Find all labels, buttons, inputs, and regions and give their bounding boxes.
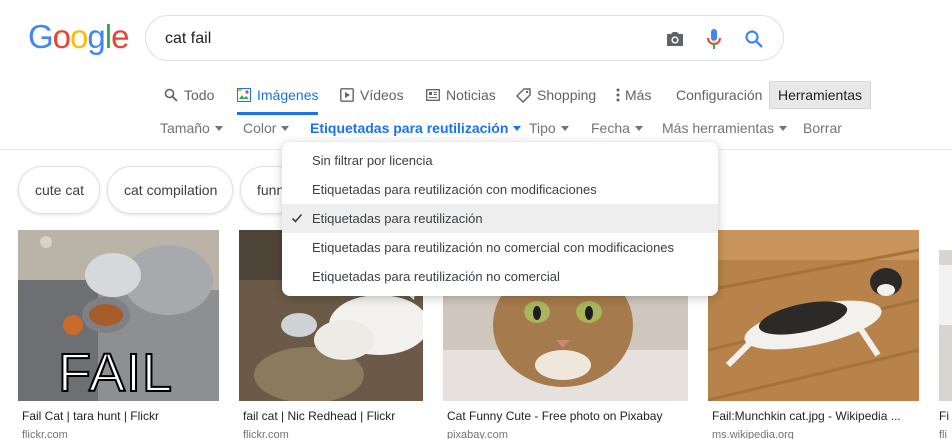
menu-item[interactable]: Etiquetadas para reutilización no comerc… <box>282 262 718 291</box>
result-caption: Cat Funny Cute - Free photo on Pixabay <box>447 409 663 423</box>
menu-item-label: Etiquetadas para reutilización no comerc… <box>312 269 560 284</box>
tab-todo[interactable]: Todo <box>164 80 214 110</box>
search-icon[interactable] <box>742 27 766 51</box>
tab-label: Todo <box>184 87 215 103</box>
check-icon <box>291 212 303 227</box>
tag-icon <box>516 87 531 103</box>
tab-label: Imágenes <box>257 87 319 103</box>
tab-images[interactable]: Imágenes <box>237 80 319 115</box>
related-chip[interactable]: cute cat <box>18 166 100 214</box>
filter-label: Tipo <box>529 120 556 136</box>
tab-videos[interactable]: Vídeos <box>340 80 404 110</box>
caret-down-icon <box>634 125 643 131</box>
clear-label: Borrar <box>803 120 842 136</box>
filter-label: Fecha <box>591 120 630 136</box>
menu-item-label: Etiquetadas para reutilización con modif… <box>312 182 597 197</box>
tab-label: Noticias <box>446 87 496 103</box>
caret-down-icon <box>281 125 290 131</box>
tab-label: Shopping <box>537 87 597 103</box>
menu-item-label: Etiquetadas para reutilización <box>312 211 483 226</box>
result-domain: flickr.com <box>243 429 289 439</box>
logo-letter: o <box>52 18 71 55</box>
filter-label: Color <box>243 120 277 136</box>
settings-link[interactable]: Configuración <box>676 80 762 110</box>
menu-item-label: Sin filtrar por licencia <box>312 153 433 168</box>
result-domain: flickr.com <box>22 429 68 439</box>
result-thumbnail[interactable] <box>708 230 919 401</box>
chip-label: cat compilation <box>124 182 218 198</box>
result-caption: Fail:Munchkin cat.jpg - Wikipedia ... <box>712 409 901 423</box>
result-caption: Fi <box>939 409 949 423</box>
clear-filters-link[interactable]: Borrar <box>803 120 842 136</box>
result-caption: fail cat | Nic Redhead | Flickr <box>243 409 396 423</box>
search-icon <box>164 88 178 102</box>
filter-more-tools[interactable]: Más herramientas <box>662 120 788 136</box>
logo-letter: e <box>111 18 129 55</box>
tab-label: Más <box>625 87 652 103</box>
fail-overlay-text: FAIL <box>57 342 174 401</box>
google-logo[interactable]: Google <box>28 18 129 56</box>
result-caption: Fail Cat | tara hunt | Flickr <box>22 409 159 423</box>
caret-down-icon <box>560 125 569 131</box>
usage-rights-menu: Sin filtrar por licencia Etiquetadas par… <box>282 142 718 296</box>
filter-label: Tamaño <box>160 120 210 136</box>
tab-shopping[interactable]: Shopping <box>516 80 596 110</box>
chip-label: cute cat <box>35 182 85 198</box>
filter-size[interactable]: Tamaño <box>160 120 223 136</box>
result-thumbnail[interactable] <box>939 230 952 401</box>
result-domain: fli <box>939 429 947 439</box>
microphone-icon[interactable] <box>702 27 726 51</box>
menu-item[interactable]: Etiquetadas para reutilización no comerc… <box>282 233 718 262</box>
menu-item[interactable]: Etiquetadas para reutilización <box>282 204 718 233</box>
logo-letter: o <box>70 18 88 55</box>
result-thumbnail[interactable]: FAIL <box>18 230 219 401</box>
caret-down-icon <box>214 125 223 131</box>
camera-icon[interactable] <box>663 27 687 51</box>
search-box <box>145 15 784 61</box>
menu-item[interactable]: Etiquetadas para reutilización con modif… <box>282 175 718 204</box>
filter-usage-rights[interactable]: Etiquetadas para reutilización <box>310 120 522 136</box>
logo-letter: G <box>28 18 54 55</box>
news-icon <box>426 89 440 101</box>
menu-item-label: Etiquetadas para reutilización no comerc… <box>312 240 675 255</box>
settings-label: Configuración <box>676 87 763 103</box>
filter-label: Etiquetadas para reutilización <box>310 120 509 136</box>
image-icon <box>237 88 251 102</box>
play-icon <box>340 88 354 102</box>
filter-time[interactable]: Fecha <box>591 120 643 136</box>
filter-color[interactable]: Color <box>243 120 290 136</box>
result-domain: pixabay.com <box>447 429 508 439</box>
tab-label: Vídeos <box>360 87 404 103</box>
search-input[interactable] <box>165 28 645 50</box>
related-chip[interactable]: cat compilation <box>107 166 233 214</box>
menu-item[interactable]: Sin filtrar por licencia <box>282 146 718 175</box>
more-vert-icon <box>616 88 620 102</box>
tools-filter-row: Tamaño Color Etiquetadas para reutilizac… <box>0 120 952 142</box>
tab-news[interactable]: Noticias <box>426 80 496 110</box>
filter-type[interactable]: Tipo <box>529 120 569 136</box>
caret-down-icon <box>779 125 788 131</box>
tab-more[interactable]: Más <box>616 80 651 110</box>
logo-letter: g <box>87 18 105 55</box>
filter-label: Más herramientas <box>662 120 775 136</box>
tools-button[interactable]: Herramientas <box>769 81 871 109</box>
caret-down-icon <box>513 125 522 131</box>
result-domain: ms.wikipedia.org <box>712 429 794 439</box>
